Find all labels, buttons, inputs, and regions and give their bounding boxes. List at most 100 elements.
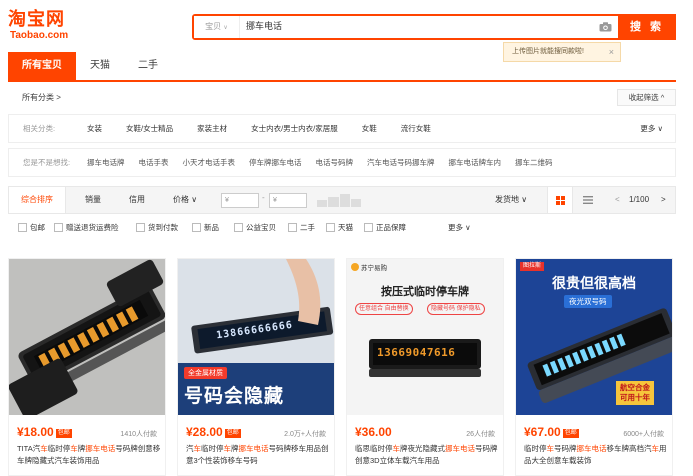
search-type-select[interactable]: 宝贝 ∨ <box>194 16 240 38</box>
title-highlight: 车 <box>193 444 202 453</box>
product-image[interactable] <box>9 259 165 415</box>
filter-free-shipping[interactable]: 包邮 <box>18 222 45 233</box>
sort-price[interactable]: 价格 ∨ <box>173 187 197 213</box>
prev-page-icon[interactable]: < <box>615 187 620 213</box>
checkbox-icon <box>234 223 243 232</box>
checkbox-icon <box>54 223 63 232</box>
suggest-item[interactable]: 停车牌挪车电话 <box>249 149 302 176</box>
image-footer-badge: 航空合金 可用十年 <box>616 381 654 405</box>
suggest-item[interactable]: 挪车电话牌车内 <box>449 149 502 176</box>
image-subheading: 夜光双号码 <box>564 295 612 308</box>
filter-label: 包邮 <box>30 223 45 232</box>
suggest-item[interactable]: 电话手表 <box>139 149 169 176</box>
product-card[interactable]: 13866666666 全金属材质 号码会隐藏 ¥28.00 包邮 2.0万+人付… <box>177 258 335 476</box>
related-item[interactable]: 流行女鞋 <box>401 115 431 142</box>
tab-all-items[interactable]: 所有宝贝 <box>8 52 76 80</box>
suggest-item[interactable]: 汽车电话号码挪车牌 <box>367 149 435 176</box>
title-part: 汽 <box>186 444 194 453</box>
title-part: 临时停 <box>201 444 224 453</box>
related-item[interactable]: 女鞋 <box>362 115 377 142</box>
free-shipping-badge: 包邮 <box>224 429 241 438</box>
tab-tmall[interactable]: 天猫 <box>76 52 124 80</box>
filter-tmall[interactable]: 天猫 <box>326 222 353 233</box>
checkbox-icon <box>364 223 373 232</box>
collapse-filters-button[interactable]: 收起筛选 ^ <box>617 89 676 106</box>
product-card[interactable]: ¥18.00 包邮 1410人付款 TITA汽车临时停车牌挪车电话号码牌创意移车牌… <box>8 258 166 476</box>
sort-credit[interactable]: 信用 <box>129 187 145 213</box>
product-price: ¥36.00 <box>355 425 392 439</box>
product-title[interactable]: TITA汽车临时停车牌挪车电话号码牌创意移车牌隐藏式汽车装饰用品 <box>17 443 161 469</box>
grid-view-icon[interactable] <box>547 187 573 213</box>
search-input[interactable] <box>240 16 592 38</box>
title-part: 牌夜光隐藏式 <box>400 444 445 453</box>
related-item[interactable]: 家装主材 <box>197 115 227 142</box>
filter-more-button[interactable]: 更多 ∨ <box>448 222 471 233</box>
suggest-item[interactable]: 挪车二维码 <box>515 149 553 176</box>
related-item[interactable]: 女装 <box>87 115 102 142</box>
logo-text-cn: 淘宝网 <box>8 9 65 30</box>
price-range-chart-icon[interactable] <box>317 194 361 207</box>
suggest-item[interactable]: 挪车电话牌 <box>87 149 125 176</box>
search-bar: 宝贝 ∨ 搜 索 <box>192 14 676 40</box>
related-item[interactable]: 女鞋/女士精品 <box>126 115 173 142</box>
product-image[interactable]: 图拉斯 很贵但很高档 夜光双号码 航空合金 可用十年 <box>516 259 672 415</box>
title-highlight: 挪车电话 <box>576 444 607 453</box>
filter-genuine[interactable]: 正品保障 <box>364 222 406 233</box>
product-image[interactable]: 13866666666 全金属材质 号码会隐藏 <box>178 259 334 415</box>
product-title[interactable]: 汽车临时停车牌挪车电话号码牌移车用品创意3个性装饰移车号码 <box>186 443 330 469</box>
camera-icon[interactable] <box>592 16 618 38</box>
sold-count: 26人付款 <box>466 431 495 438</box>
product-image[interactable]: 苏宁易购 按压式临时停车牌 任意组合 自由替换 隐藏号码 保护隐私 136690… <box>347 259 503 415</box>
price-min-input[interactable]: ¥ <box>221 193 259 208</box>
related-item[interactable]: 女士内衣/男士内衣/家居服 <box>251 115 338 142</box>
filter-cod[interactable]: 货到付款 <box>136 222 178 233</box>
checkbox-icon <box>192 223 201 232</box>
sold-count: 6000+人付款 <box>623 431 664 438</box>
price-max-input[interactable]: ¥ <box>269 193 307 208</box>
filter-new[interactable]: 新品 <box>192 222 219 233</box>
title-part: 牌 <box>231 444 239 453</box>
tab-secondhand[interactable]: 二手 <box>124 52 172 80</box>
filter-return-insurance[interactable]: 赠送退货运费险 <box>54 222 119 233</box>
related-label: 相关分类: <box>23 124 56 133</box>
related-more-button[interactable]: 更多 ∨ <box>640 115 663 142</box>
suggest-items: 挪车电话牌 电话手表 小天才电话手表 停车牌挪车电话 电话号码牌 汽车电话号码挪… <box>87 149 567 176</box>
brand-tag: 图拉斯 <box>520 262 545 271</box>
related-categories-row: 相关分类: 女装 女鞋/女士精品 家装主材 女士内衣/男士内衣/家居服 女鞋 流… <box>8 114 676 143</box>
title-highlight: 车 <box>40 444 48 453</box>
title-highlight: 车 <box>651 444 660 453</box>
title-part: 临时停 <box>524 444 547 453</box>
footer-line: 可用十年 <box>620 393 650 402</box>
product-card[interactable]: 图拉斯 很贵但很高档 夜光双号码 航空合金 可用十年 ¥67.00 包邮 6000… <box>515 258 673 476</box>
taobao-logo[interactable]: 淘宝网 Taobao.com <box>8 10 88 46</box>
sort-sales[interactable]: 销量 <box>85 187 101 213</box>
title-highlight: 车 <box>392 444 401 453</box>
checkbox-icon <box>136 223 145 232</box>
product-card[interactable]: 苏宁易购 按压式临时停车牌 任意组合 自由替换 隐藏号码 保护隐私 136690… <box>346 258 504 476</box>
suggestions-row: 您是不是想找: 挪车电话牌 电话手表 小天才电话手表 停车牌挪车电话 电话号码牌… <box>8 148 676 177</box>
title-highlight: 挪车电话 <box>238 444 269 453</box>
product-title[interactable]: 临思临时停车牌夜光隐藏式挪车电话号码牌创意3D立体车载汽车用品 <box>355 443 499 469</box>
image-heading: 很贵但很高档 <box>552 276 636 292</box>
image-headline: 号码会隐藏 <box>184 385 285 407</box>
product-title[interactable]: 临时停车号码牌挪车电话移车牌高档汽车用品大全创意车载装饰 <box>524 443 668 469</box>
checkbox-icon <box>288 223 297 232</box>
search-button[interactable]: 搜 索 <box>618 14 676 40</box>
title-part: 临时停 <box>47 444 71 453</box>
filter-secondhand[interactable]: 二手 <box>288 222 315 233</box>
product-price: ¥28.00 包邮 <box>186 425 241 439</box>
suggest-item[interactable]: 小天才电话手表 <box>183 149 236 176</box>
next-page-icon[interactable]: > <box>661 187 666 213</box>
breadcrumb[interactable]: 所有分类 > <box>22 92 61 103</box>
search-type-label: 宝贝 <box>205 22 222 31</box>
filter-label: 公益宝贝 <box>246 223 276 232</box>
title-part: 临思临时停 <box>355 444 393 453</box>
list-view-icon[interactable] <box>575 187 601 213</box>
sort-default[interactable]: 综合排序 <box>9 187 66 213</box>
ship-from-select[interactable]: 发货地 ∨ <box>495 187 527 213</box>
filter-row: 包邮 赠送退货运费险 货到付款 新品 公益宝贝 二手 天猫 正品保障 更多 ∨ <box>8 218 676 240</box>
suggest-item[interactable]: 电话号码牌 <box>316 149 354 176</box>
filter-charity[interactable]: 公益宝贝 <box>234 222 276 233</box>
filter-label: 正品保障 <box>376 223 406 232</box>
title-part: 号码 <box>475 444 490 453</box>
